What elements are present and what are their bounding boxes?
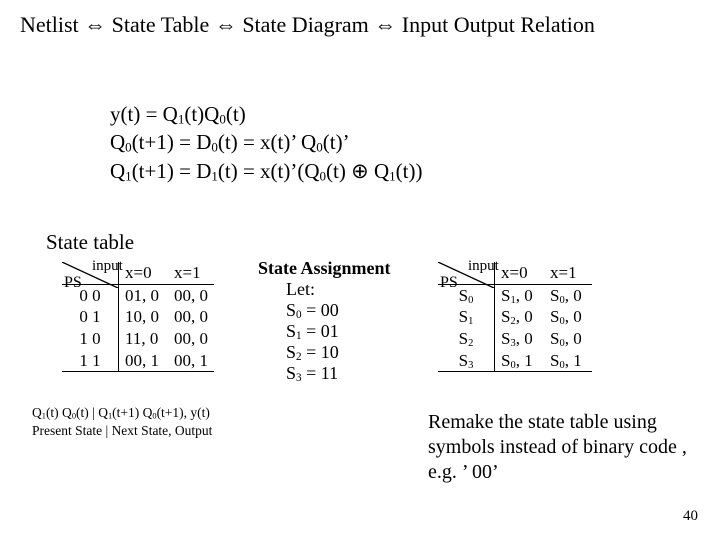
eq-text: Q <box>110 130 125 154</box>
arrow-icon: ⇔ <box>215 12 237 37</box>
table-cell: 01, 0 <box>118 284 168 306</box>
table-input-label: input <box>468 258 499 275</box>
table-input-label: input <box>92 258 123 275</box>
assignment-line: S0 = 00 <box>258 300 391 321</box>
eq-text: (t)’ <box>323 130 350 154</box>
table-cell: 00, 0 <box>168 328 214 350</box>
eq-text: (t) <box>226 102 246 126</box>
col-header: x=0 <box>494 262 544 284</box>
table-cell: S0, 1 <box>544 350 592 372</box>
eq-text: Q <box>110 159 125 183</box>
table-cell: S3 <box>438 350 494 372</box>
table-cell: S0, 0 <box>544 328 592 350</box>
table-cell: S0, 0 <box>544 284 592 306</box>
arrow-icon: ⇔ <box>374 12 396 37</box>
table-legend: Q1(t) Q0(t) | Q1(t+1) Q0(t+1), y(t) Pres… <box>32 404 212 439</box>
equations-block: y(t) = Q1(t)Q0(t) Q0(t+1) = D0(t) = x(t)… <box>110 100 422 185</box>
col-header: x=1 <box>544 262 592 284</box>
eq-text: (t) = x(t)’(Q <box>218 159 320 183</box>
legend-line: Q1(t) Q0(t) | Q1(t+1) Q0(t+1), y(t) <box>32 404 212 422</box>
eq-text: (t+1) = D <box>132 159 212 183</box>
table-cell: S2, 0 <box>494 306 544 328</box>
table-cell: 00, 1 <box>168 350 214 372</box>
assignment-line: S3 = 11 <box>258 363 391 384</box>
table-cell: 1 0 <box>62 328 118 350</box>
table-cell: S1, 0 <box>494 284 544 306</box>
table-cell: 00, 1 <box>118 350 168 372</box>
eq-text: (t) ⊕ Q <box>326 159 389 183</box>
legend-line: Present State | Next State, Output <box>32 422 212 440</box>
state-assignment-block: State Assignment Let: S0 = 00 S1 = 01 S2… <box>258 258 391 384</box>
eq-text: (t)Q <box>184 102 219 126</box>
table-cell: 00, 0 <box>168 284 214 306</box>
table-cell: 11, 0 <box>118 328 168 350</box>
table-cell: S0, 0 <box>544 306 592 328</box>
equation-line: Q0(t+1) = D0(t) = x(t)’ Q0(t)’ <box>110 128 422 156</box>
table-cell: 00, 0 <box>168 306 214 328</box>
state-table-binary: PS input x=0 x=1 0 0 01, 0 00, 0 0 1 10,… <box>62 262 214 372</box>
table-cell: S0, 1 <box>494 350 544 372</box>
col-header: x=1 <box>168 262 214 284</box>
assignment-title: State Assignment <box>258 258 391 278</box>
title-seg-3: State Diagram <box>237 12 374 37</box>
equation-line: y(t) = Q1(t)Q0(t) <box>110 100 422 128</box>
table-cell: 0 1 <box>62 306 118 328</box>
equation-line: Q1(t+1) = D1(t) = x(t)’(Q0(t) ⊕ Q1(t)) <box>110 157 422 185</box>
table-ps-label: PS <box>64 274 82 292</box>
table-cell: 1 1 <box>62 350 118 372</box>
title-seg-1: Netlist <box>20 12 84 37</box>
table-cell: S2 <box>438 328 494 350</box>
slide-title: Netlist ⇔ State Table ⇔ State Diagram ⇔ … <box>20 12 595 38</box>
table-cell: S1 <box>438 306 494 328</box>
eq-text: y(t) = Q <box>110 102 178 126</box>
section-title: State table <box>46 230 134 255</box>
title-seg-4: Input Output Relation <box>396 12 595 37</box>
arrow-icon: ⇔ <box>84 12 106 37</box>
remake-note: Remake the state table using symbols ins… <box>428 410 708 485</box>
assignment-let: Let: <box>258 279 391 300</box>
title-seg-2: State Table <box>106 12 215 37</box>
table-ps-label: PS <box>440 274 458 292</box>
col-header: x=0 <box>118 262 168 284</box>
assignment-line: S1 = 01 <box>258 321 391 342</box>
eq-text: (t+1) = D <box>132 130 212 154</box>
table-cell: 10, 0 <box>118 306 168 328</box>
page-number: 40 <box>683 508 698 525</box>
assignment-line: S2 = 10 <box>258 342 391 363</box>
eq-text: (t)) <box>396 159 423 183</box>
table-cell: S3, 0 <box>494 328 544 350</box>
state-table-symbolic: PS input x=0 x=1 S0 S1, 0 S0, 0 S1 S2, 0… <box>438 262 592 372</box>
eq-text: (t) = x(t)’ Q <box>218 130 316 154</box>
